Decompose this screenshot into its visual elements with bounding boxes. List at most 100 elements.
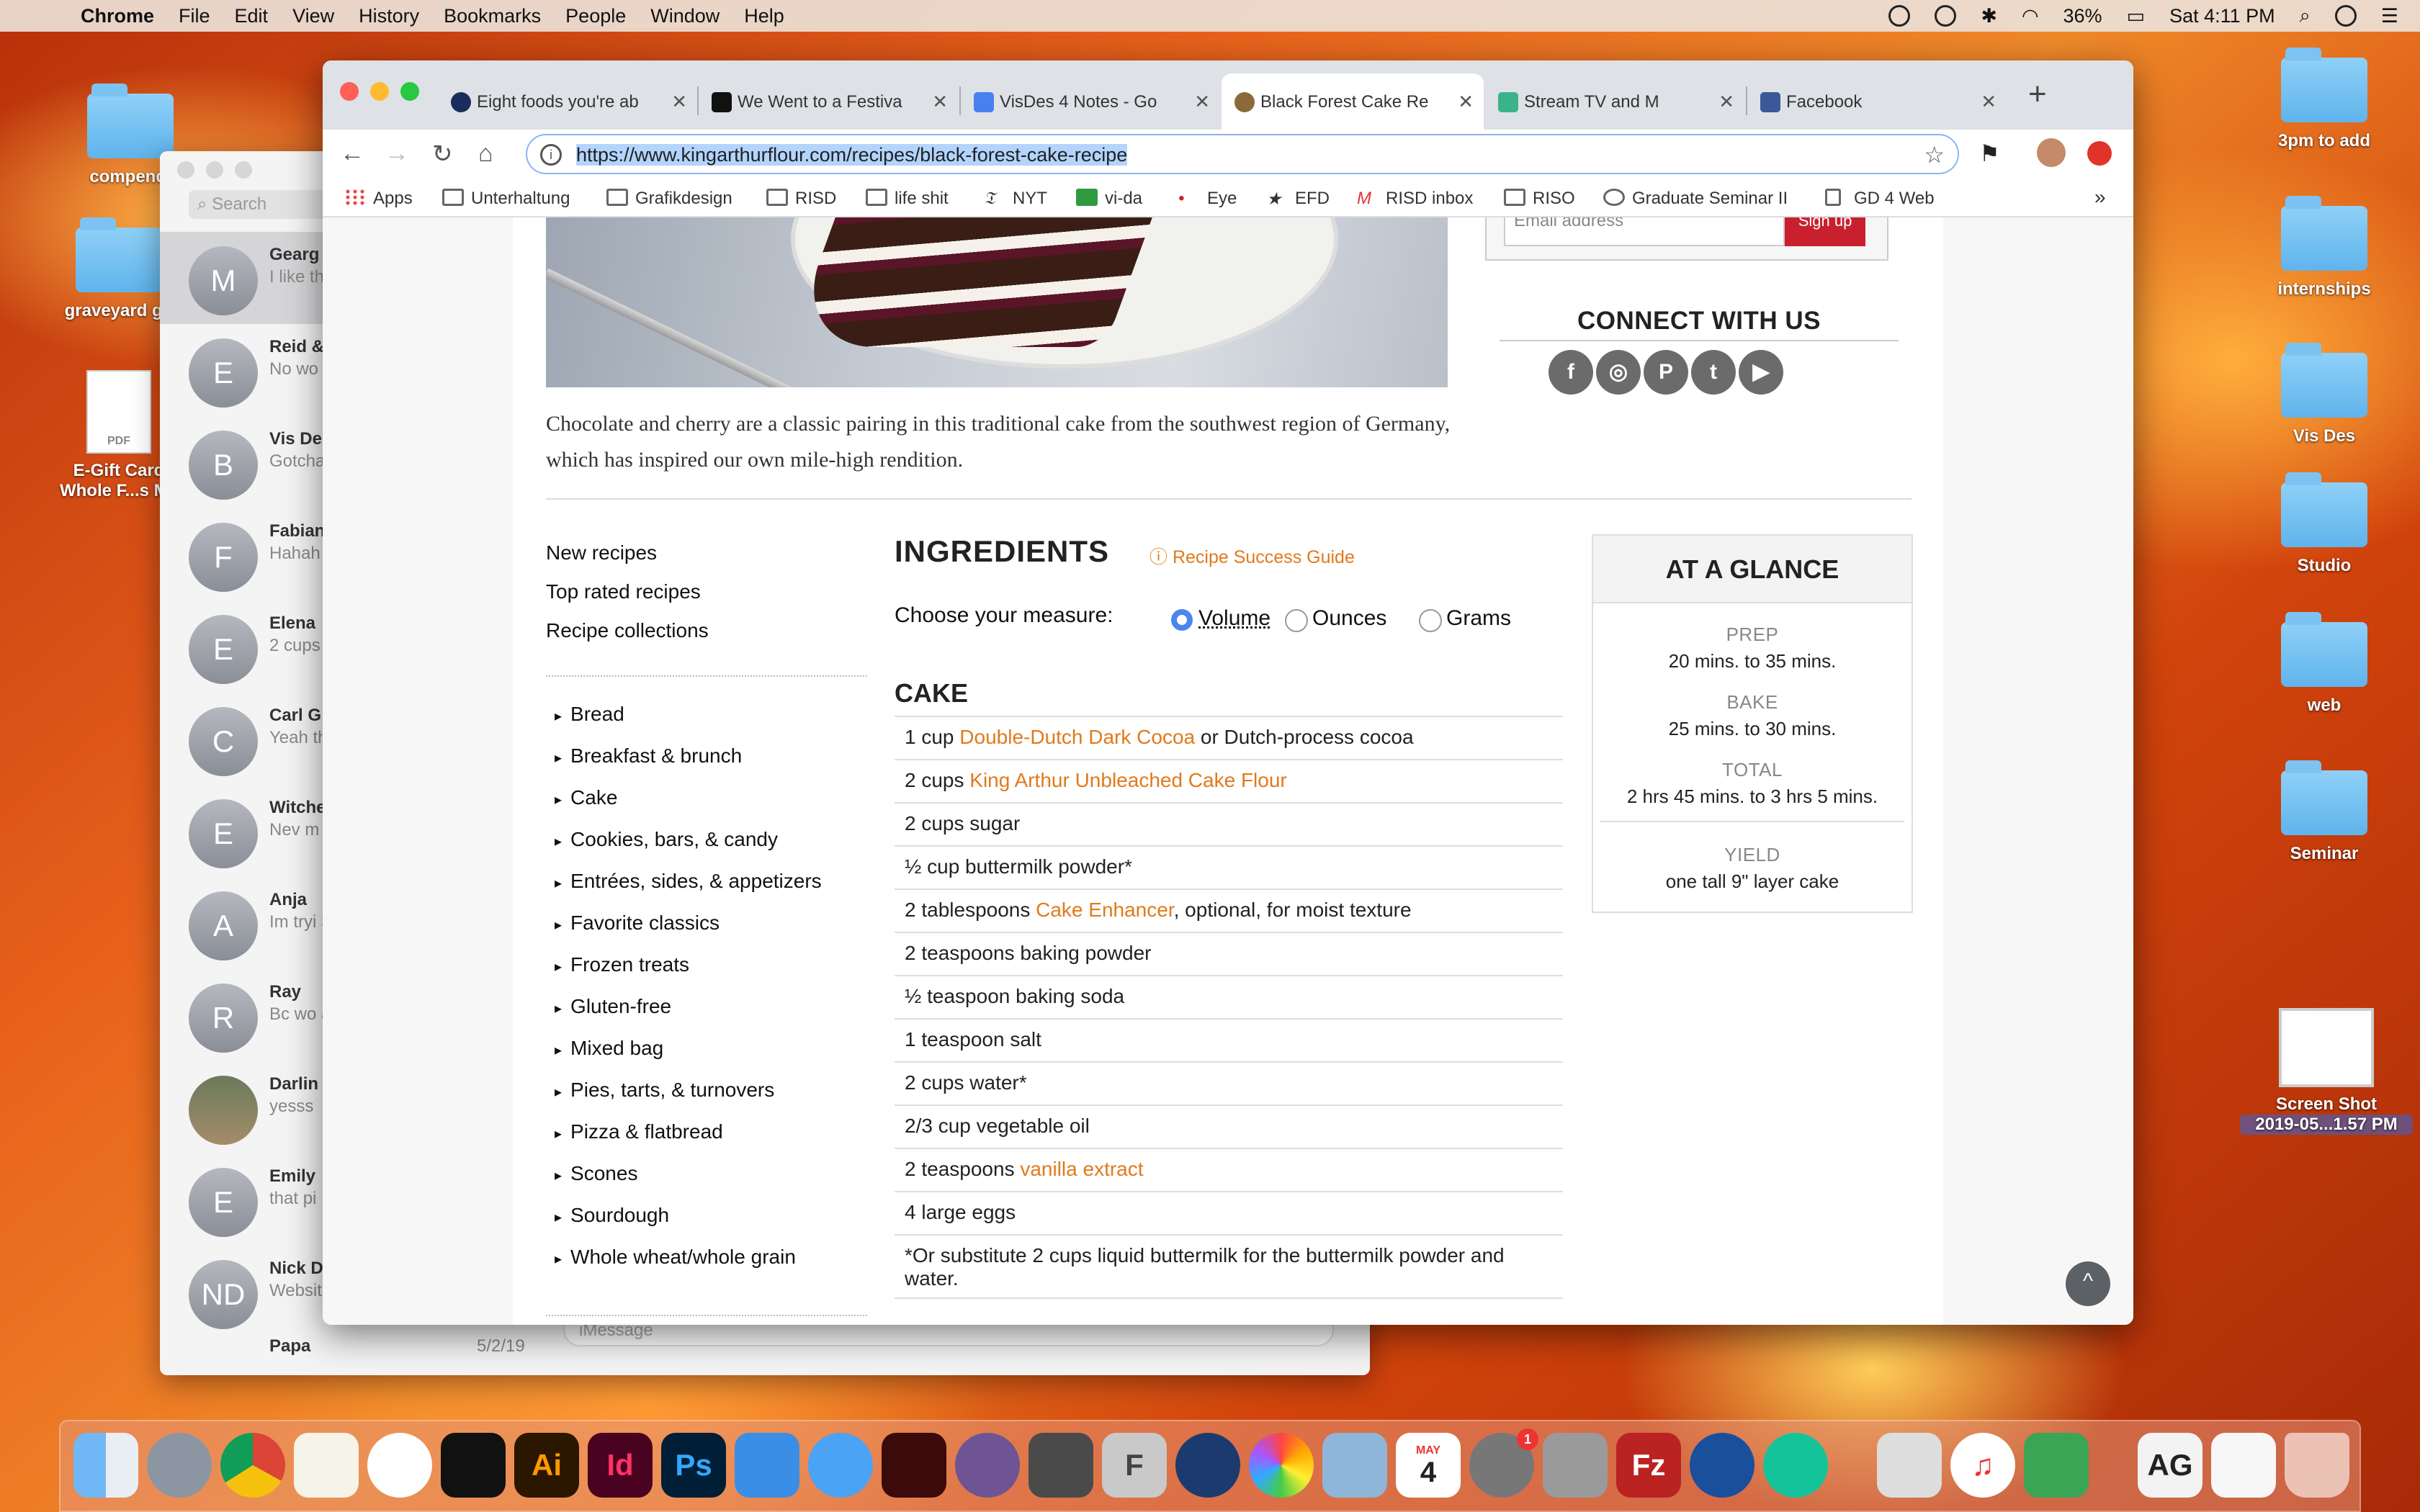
tidal-status-icon[interactable] — [1935, 5, 1957, 27]
desktop-screenshot-file[interactable]: Screen Shot 2019-05...1.57 PM — [2240, 1008, 2413, 1135]
bookmark-folder[interactable]: Grafikdesign — [606, 189, 732, 209]
gitkraken-icon[interactable] — [2024, 1433, 2089, 1498]
close-button[interactable] — [340, 82, 359, 101]
spotlight-search-icon[interactable]: ⌕ — [2300, 4, 2311, 27]
font-preview-icon[interactable]: AG — [2138, 1433, 2202, 1498]
tab[interactable]: We Went to a Festiva ✕ — [699, 73, 958, 130]
twitter-icon[interactable]: t — [1691, 350, 1736, 395]
reload-button[interactable]: ↻ — [432, 140, 453, 168]
menu-view[interactable]: View — [292, 5, 334, 27]
bookmark-eye[interactable]: • Eye — [1178, 189, 1237, 209]
trash-icon[interactable] — [2285, 1433, 2349, 1498]
close-tab-icon[interactable]: ✕ — [1718, 91, 1734, 113]
cinema4d-icon[interactable] — [1175, 1433, 1240, 1498]
back-button[interactable]: ← — [340, 140, 364, 168]
zoom-button[interactable] — [235, 161, 252, 179]
ingredient-link[interactable]: Double-Dutch Dark Cocoa — [959, 726, 1195, 748]
menu-bookmarks[interactable]: Bookmarks — [444, 5, 541, 27]
home-button[interactable]: ⌂ — [478, 140, 493, 168]
category-link[interactable]: Mixed bag — [555, 1037, 663, 1060]
close-tab-icon[interactable]: ✕ — [671, 91, 687, 113]
bookmark-vida[interactable]: vi-da — [1076, 189, 1142, 209]
bookmark-graduate-seminar[interactable]: Graduate Seminar II — [1603, 189, 1788, 209]
measure-grams-radio[interactable]: Grams — [1419, 606, 1511, 632]
keynote-icon[interactable] — [735, 1433, 799, 1498]
new-tab-button[interactable]: + — [2028, 76, 2047, 112]
notification-center-icon[interactable]: ☰ — [2381, 5, 2398, 27]
category-link[interactable]: Gluten-free — [555, 995, 671, 1018]
recipe-collections-link[interactable]: Recipe collections — [546, 619, 709, 642]
menu-file[interactable]: File — [179, 5, 210, 27]
calculator-icon[interactable] — [1543, 1433, 1608, 1498]
slack-icon[interactable] — [367, 1433, 432, 1498]
menu-app-name[interactable]: Chrome — [81, 5, 154, 27]
finder-icon[interactable] — [73, 1433, 138, 1498]
grammarly-icon[interactable] — [1763, 1433, 1828, 1498]
close-tab-icon[interactable]: ✕ — [1458, 91, 1474, 113]
bookmark-folder[interactable]: RISD — [766, 189, 836, 209]
forward-button[interactable]: → — [385, 140, 409, 168]
itunes-icon[interactable]: ♫ — [1950, 1433, 2015, 1498]
tab[interactable]: VisDes 4 Notes - Go ✕ — [961, 73, 1220, 130]
system-preferences-icon[interactable]: 1 — [1469, 1428, 1538, 1498]
menu-window[interactable]: Window — [650, 5, 720, 27]
measure-ounces-radio[interactable]: Ounces — [1285, 606, 1386, 632]
ingredient-link[interactable]: Cake Enhancer — [1036, 899, 1173, 921]
menu-edit[interactable]: Edit — [235, 5, 269, 27]
bookmark-efd[interactable]: ★ EFD — [1266, 189, 1330, 209]
tab[interactable]: Facebook ✕ — [1747, 73, 2007, 130]
messages-icon[interactable] — [808, 1433, 873, 1498]
new-recipes-link[interactable]: New recipes — [546, 541, 657, 564]
filezilla-icon[interactable]: Fz — [1616, 1433, 1681, 1498]
category-link[interactable]: Sourdough — [555, 1204, 669, 1227]
category-link[interactable]: Breakfast & brunch — [555, 744, 742, 768]
pinterest-icon[interactable]: P — [1644, 350, 1688, 395]
quicktime-icon[interactable] — [1690, 1433, 1754, 1498]
bookmark-apps[interactable]: Apps — [344, 189, 413, 209]
battery-icon[interactable]: ▭ — [2127, 5, 2146, 27]
bluetooth-icon[interactable]: ✱ — [1981, 5, 1997, 27]
illustrator-icon[interactable]: Ai — [514, 1433, 579, 1498]
top-rated-link[interactable]: Top rated recipes — [546, 580, 701, 603]
facebook-icon[interactable]: f — [1549, 350, 1593, 395]
bookmark-nyt[interactable]: 𝔗 NYT — [984, 189, 1047, 209]
sublime-icon[interactable] — [1028, 1433, 1093, 1498]
tab[interactable]: Eight foods you're ab ✕ — [438, 73, 697, 130]
category-link[interactable]: Cake — [555, 786, 617, 809]
address-bar[interactable]: i https://www.kingarthurflour.com/recipe… — [526, 134, 1959, 174]
category-link[interactable]: Scones — [555, 1162, 637, 1185]
close-tab-icon[interactable]: ✕ — [1194, 91, 1210, 113]
bookmark-star-icon[interactable]: ☆ — [1924, 141, 1945, 168]
desktop-folder[interactable]: internships — [2256, 196, 2393, 300]
profile-avatar[interactable] — [2037, 138, 2066, 167]
battery-percent[interactable]: 36% — [2063, 5, 2102, 27]
photos-icon[interactable] — [1249, 1433, 1314, 1498]
conversation-name[interactable]: Papa — [269, 1336, 310, 1356]
desktop-folder[interactable]: Vis Des — [2256, 343, 2393, 446]
tab[interactable]: Stream TV and M ✕ — [1485, 73, 1744, 130]
wifi-icon[interactable]: ◠ — [2022, 5, 2039, 27]
measure-volume-radio[interactable]: Volume — [1171, 606, 1270, 631]
bookmark-risd-inbox[interactable]: M RISD inbox — [1357, 189, 1473, 209]
desktop-folder[interactable]: Studio — [2256, 472, 2393, 576]
indesign-icon[interactable]: Id — [588, 1433, 653, 1498]
close-button[interactable] — [177, 161, 194, 179]
bookmark-folder[interactable]: life shit — [866, 189, 949, 209]
close-tab-icon[interactable]: ✕ — [932, 91, 948, 113]
tab-active[interactable]: Black Forest Cake Re ✕ — [1222, 73, 1484, 130]
minimize-button[interactable] — [370, 82, 389, 101]
category-link[interactable]: Favorite classics — [555, 912, 720, 935]
menu-history[interactable]: History — [359, 5, 419, 27]
extension-icon[interactable]: ⚑ — [1979, 140, 2000, 167]
script-editor-icon[interactable] — [1877, 1433, 1942, 1498]
preview-icon[interactable] — [1322, 1433, 1387, 1498]
category-link[interactable]: Bread — [555, 703, 624, 726]
ingredient-link[interactable]: vanilla extract — [1020, 1158, 1143, 1180]
desktop-folder[interactable]: 3pm to add — [2256, 48, 2393, 151]
bookmarks-overflow-button[interactable]: » — [2094, 186, 2106, 209]
update-icon[interactable] — [2087, 141, 2112, 166]
recipe-success-guide-link[interactable]: ⓘ Recipe Success Guide — [1150, 543, 1355, 569]
creative-cloud-icon[interactable] — [1888, 5, 1911, 27]
email-input[interactable]: Email address — [1504, 217, 1785, 246]
zoom-button[interactable] — [400, 82, 419, 101]
